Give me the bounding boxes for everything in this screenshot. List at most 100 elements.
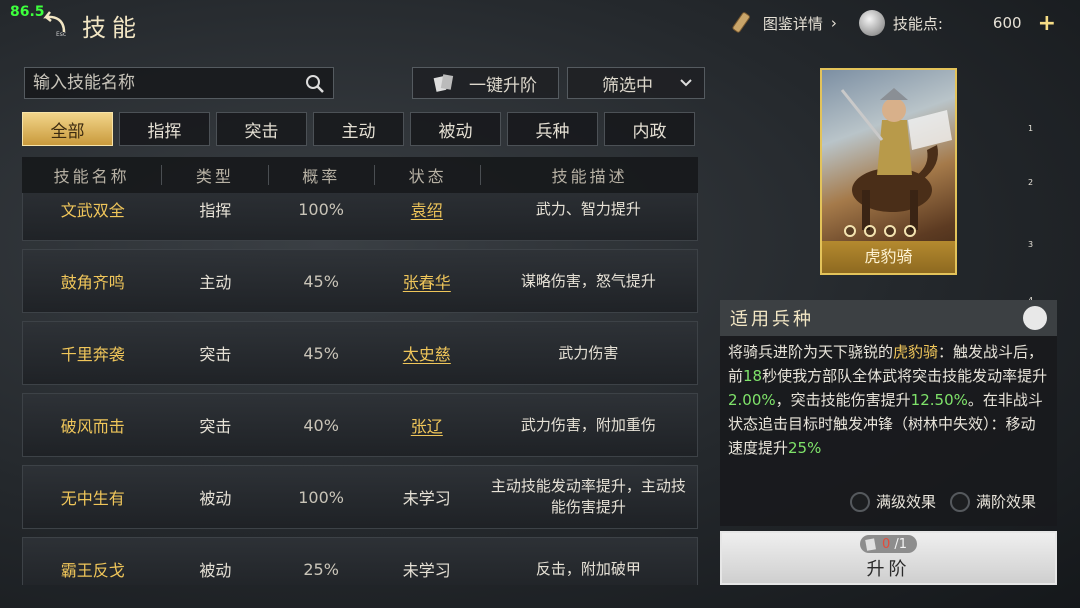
max-level-toggle[interactable]: 满级效果: [850, 491, 936, 512]
troop-name: 虎豹骑: [822, 241, 955, 273]
highlight-text: 虎豹骑: [893, 343, 939, 361]
chevron-down-icon: [680, 79, 692, 87]
radio-icon: [950, 491, 971, 512]
skill-type: 被动: [199, 489, 232, 508]
skill-name: 破风而击: [60, 417, 125, 436]
tab-assault[interactable]: 突击: [216, 112, 307, 146]
troop-card[interactable]: 虎豹骑: [820, 68, 957, 275]
skill-list[interactable]: 文武双全 指挥 100% 袁绍 武力、智力提升 鼓角齐鸣 主动 45% 张春华 …: [22, 193, 698, 585]
star-rating: [844, 225, 916, 237]
skill-probability: 100%: [298, 199, 344, 219]
table-row[interactable]: 霸王反戈 被动 25% 未学习 反击，附加破甲: [22, 537, 698, 585]
top-right-bar: 图鉴详情 › 技能点: 600 +: [707, 8, 1056, 38]
tab-domestic[interactable]: 内政: [604, 112, 695, 146]
skill-probability: 25%: [303, 559, 339, 579]
upgrade-all-label: 一键升阶: [469, 75, 537, 96]
ascend-label: 升阶: [866, 559, 911, 580]
tab-command[interactable]: 指挥: [119, 112, 210, 146]
skill-description: 反击，附加破甲: [535, 559, 641, 578]
tab-all[interactable]: 全部: [22, 112, 113, 146]
table-row[interactable]: 鼓角齐鸣 主动 45% 张春华 谋略伤害，怒气提升: [22, 249, 698, 313]
skill-owner-link[interactable]: 太史慈: [374, 341, 480, 365]
skill-description: 谋略伤害，怒气提升: [520, 271, 656, 290]
table-row[interactable]: 文武双全 指挥 100% 袁绍 武力、智力提升: [22, 193, 698, 241]
max-rank-toggle[interactable]: 满阶效果: [950, 491, 1036, 512]
cost-have: 0: [882, 536, 891, 552]
header-state[interactable]: 状态: [375, 163, 480, 187]
table-row[interactable]: 破风而击 突击 40% 张辽 武力伤害，附加重伤: [22, 393, 698, 457]
skill-points: 技能点: 600 +: [858, 10, 1056, 36]
category-tabs: 全部 指挥 突击 主动 被动 兵种 内政: [22, 112, 695, 146]
skill-points-label: 技能点:: [892, 14, 943, 33]
upgrade-all-button[interactable]: 一键升阶: [412, 67, 559, 99]
skill-state: 未学习: [402, 561, 451, 580]
skill-description: 武力伤害: [558, 343, 619, 362]
filter-label: 筛选中: [602, 75, 653, 96]
horse-icon[interactable]: [1023, 306, 1047, 330]
highlight-text: 25%: [788, 439, 822, 457]
skill-probability: 45%: [303, 343, 339, 363]
page-indicator[interactable]: 2: [1028, 178, 1033, 187]
description-text: 秒使我方部队全体武将突击技能发动率提升: [762, 367, 1048, 385]
highlight-text: 12.50%: [910, 391, 968, 409]
search-icon[interactable]: [305, 74, 325, 94]
skill-probability: 100%: [298, 487, 344, 507]
skill-probability: 40%: [303, 415, 339, 435]
skill-name: 无中生有: [60, 489, 125, 508]
esc-hint: Esc: [56, 31, 67, 38]
ascend-button[interactable]: 0 /1 升阶: [720, 531, 1057, 585]
add-points-icon[interactable]: +: [1038, 11, 1056, 36]
max-level-label: 满级效果: [876, 493, 937, 511]
search-input[interactable]: [33, 73, 293, 93]
ascend-cost: 0 /1: [860, 535, 917, 553]
header-type[interactable]: 类型: [162, 163, 267, 187]
skill-name: 千里奔袭: [60, 345, 125, 364]
coin-icon: [858, 10, 885, 36]
cavalry-portrait-icon: [840, 88, 952, 230]
page-indicator[interactable]: 1: [1028, 124, 1033, 133]
unit-info-panel: 适用兵种 将骑兵进阶为天下骁锐的虎豹骑：触发战斗后，前18秒使我方部队全体武将突…: [720, 300, 1057, 526]
star-icon: [904, 225, 916, 237]
table-row[interactable]: 无中生有 被动 100% 未学习 主动技能发动率提升，主动技能伤害提升: [22, 465, 698, 529]
effect-toggles: 满级效果 满阶效果: [850, 491, 1036, 512]
skill-name: 鼓角齐鸣: [60, 273, 125, 292]
filter-dropdown[interactable]: 筛选中: [567, 67, 705, 99]
tab-active[interactable]: 主动: [313, 112, 404, 146]
header-skill-name[interactable]: 技能名称: [22, 163, 161, 187]
highlight-text: 18: [743, 367, 763, 385]
skill-name: 文武双全: [60, 201, 125, 220]
skill-description: 武力伤害，附加重伤: [520, 415, 656, 434]
skill-points-value: 600: [992, 14, 1022, 32]
star-icon: [864, 225, 876, 237]
table-header: 技能名称 类型 概率 状态 技能描述: [22, 157, 698, 193]
description-text: ，突击技能伤害提升: [775, 391, 911, 409]
scroll-icon: [732, 12, 750, 33]
skill-type: 被动: [199, 561, 232, 580]
radio-icon: [850, 491, 870, 512]
page-indicator[interactable]: 3: [1028, 240, 1033, 249]
codex-label: 图鉴详情: [762, 14, 823, 33]
skill-type: 突击: [199, 345, 232, 364]
highlight-text: 2.00%: [728, 391, 776, 409]
table-row[interactable]: 千里奔袭 突击 45% 太史慈 武力伤害: [22, 321, 698, 385]
header-probability[interactable]: 概率: [269, 163, 374, 187]
skill-owner-link[interactable]: 袁绍: [374, 197, 480, 221]
max-rank-label: 满阶效果: [976, 493, 1037, 511]
skill-state: 未学习: [402, 489, 451, 508]
skill-owner-link[interactable]: 张春华: [374, 269, 480, 293]
star-icon: [844, 225, 856, 237]
tab-passive[interactable]: 被动: [410, 112, 501, 146]
codex-link[interactable]: 图鉴详情 ›: [729, 10, 837, 36]
description-text: 将骑兵进阶为天下骁锐的: [728, 343, 894, 361]
tab-troop[interactable]: 兵种: [507, 112, 598, 146]
skill-owner-link[interactable]: 张辽: [374, 413, 480, 437]
search-box[interactable]: [24, 67, 334, 99]
cost-need: /1: [894, 536, 907, 552]
chevron-right-icon: ›: [830, 14, 837, 32]
skill-description: 主动技能发动率提升，主动技能伤害提升: [490, 477, 686, 516]
cards-icon: [433, 74, 454, 92]
header-description: 技能描述: [551, 167, 628, 186]
star-icon: [884, 225, 896, 237]
skill-type: 主动: [199, 273, 232, 292]
fps-counter: 86.5: [10, 4, 45, 20]
